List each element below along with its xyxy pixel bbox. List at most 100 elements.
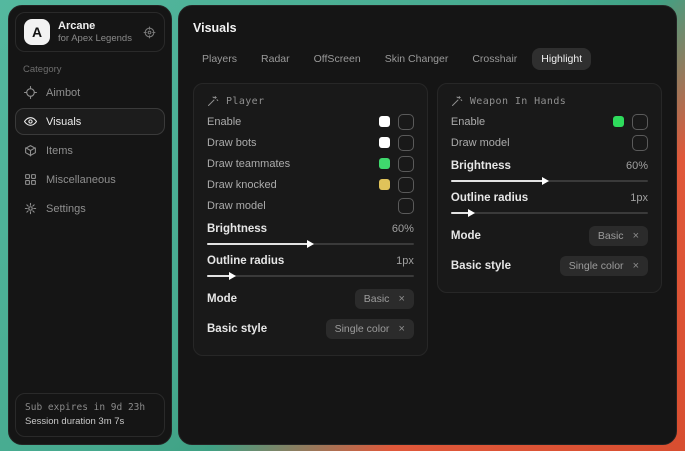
close-icon[interactable]: ×	[633, 231, 639, 241]
sidebar-item-label: Visuals	[46, 116, 81, 128]
checkbox[interactable]	[398, 198, 414, 214]
select-label: Mode	[451, 230, 481, 242]
subscription-info: Sub expires in 9d 23h Session duration 3…	[15, 393, 165, 437]
toggle-row-enable: Enable	[207, 111, 414, 132]
sidebar-item-miscellaneous[interactable]: Miscellaneous	[15, 166, 165, 193]
slider-track-bg	[207, 275, 414, 277]
select-basic-style[interactable]: Single color×	[326, 319, 414, 339]
toggle-controls	[379, 114, 414, 130]
sidebar-item-label: Settings	[46, 203, 86, 215]
slider-track[interactable]	[451, 177, 648, 185]
toggle-row-draw-teammates: Draw teammates	[207, 153, 414, 174]
select-mode[interactable]: Basic ×	[589, 226, 648, 246]
select-label: Mode	[207, 293, 237, 305]
close-icon[interactable]: ×	[398, 324, 404, 334]
grid-icon	[24, 173, 37, 186]
category-label: Category	[23, 64, 171, 75]
slider-fill	[207, 243, 310, 245]
select-row-basic-style: Basic style Single color ×	[451, 252, 648, 279]
slider-thumb[interactable]	[307, 240, 314, 248]
toggle-label: Draw bots	[207, 137, 257, 149]
slider-value: 1px	[396, 255, 414, 267]
select-label: Basic style	[451, 260, 511, 272]
panel-player: Player Enable Draw bots Draw teammates Draw …	[193, 83, 428, 356]
sidebar-item-visuals[interactable]: Visuals	[15, 108, 165, 135]
slider-track[interactable]	[207, 240, 414, 248]
slider-thumb[interactable]	[468, 209, 475, 217]
tab-crosshair[interactable]: Crosshair	[463, 48, 526, 70]
session-duration-text: Session duration 3m 7s	[25, 415, 155, 429]
wand-icon	[207, 95, 219, 107]
toggle-label: Draw teammates	[207, 158, 290, 170]
select-label: Basic style	[207, 323, 267, 335]
slider-thumb[interactable]	[542, 177, 549, 185]
slider-value: 1px	[630, 192, 648, 204]
checkbox[interactable]	[398, 177, 414, 193]
select-row-mode: Mode Basic ×	[451, 222, 648, 249]
tab-highlight[interactable]: Highlight	[532, 48, 591, 70]
main-panel: Visuals Players Radar OffScreen Skin Change…	[178, 5, 677, 445]
select-row-mode: Mode Basic×	[207, 285, 414, 312]
slider-value: 60%	[392, 223, 414, 235]
select-mode[interactable]: Basic×	[355, 289, 414, 309]
color-swatch[interactable]	[379, 137, 390, 148]
sidebar-item-items[interactable]: Items	[15, 137, 165, 164]
select-value: Single color	[569, 260, 624, 272]
app-logo: A	[24, 19, 50, 45]
gear-icon	[24, 202, 37, 215]
color-swatch[interactable]	[379, 158, 390, 169]
slider-label-row: Brightness60%	[451, 160, 648, 172]
checkbox[interactable]	[398, 156, 414, 172]
select-basic-style[interactable]: Single color ×	[560, 256, 648, 276]
toggle-row-draw-bots: Draw bots	[207, 132, 414, 153]
slider-outline-radius: Outline radius 1px	[207, 255, 414, 280]
app-header: A Arcane for Apex Legends	[15, 12, 165, 52]
panel-weapon-in-hands: Weapon In Hands EnableDraw model Brightnes…	[437, 83, 662, 293]
checkbox[interactable]	[398, 114, 414, 130]
panel-title: Weapon In Hands	[470, 96, 566, 107]
checkbox[interactable]	[398, 135, 414, 151]
tab-offscreen[interactable]: OffScreen	[305, 48, 370, 70]
tab-radar[interactable]: Radar	[252, 48, 299, 70]
target-icon[interactable]	[143, 26, 156, 39]
sidebar-item-settings[interactable]: Settings	[15, 195, 165, 222]
slider-label: Outline radius	[451, 192, 528, 204]
slider-label: Outline radius	[207, 255, 284, 267]
sub-expires-text: Sub expires in 9d 23h	[25, 401, 155, 415]
slider-label-row: Outline radius 1px	[451, 192, 648, 204]
toggle-controls	[398, 198, 414, 214]
page-title: Visuals	[193, 21, 662, 35]
cube-icon	[24, 144, 37, 157]
slider-brightness: Brightness60%	[451, 160, 648, 185]
sidebar-item-aimbot[interactable]: Aimbot	[15, 79, 165, 106]
sidebar: A Arcane for Apex Legends Category Aimbo…	[8, 5, 172, 445]
select-row-basic-style: Basic style Single color×	[207, 315, 414, 342]
toggle-controls	[379, 135, 414, 151]
toggle-label: Draw knocked	[207, 179, 277, 191]
slider-track[interactable]	[207, 272, 414, 280]
toggle-row-draw-model: Draw model	[451, 132, 648, 153]
color-swatch[interactable]	[613, 116, 624, 127]
toggle-controls	[613, 114, 648, 130]
tab-bar: Players Radar OffScreen Skin ChangerCrossha…	[193, 48, 662, 70]
color-swatch[interactable]	[379, 179, 390, 190]
sidebar-item-label: Miscellaneous	[46, 174, 116, 186]
tab-skin-changer[interactable]: Skin Changer	[376, 48, 458, 70]
checkbox[interactable]	[632, 135, 648, 151]
sidebar-item-label: Aimbot	[46, 87, 80, 99]
close-icon[interactable]: ×	[633, 261, 639, 271]
slider-label-row: Brightness60%	[207, 223, 414, 235]
app-title: Arcane	[58, 20, 135, 33]
slider-label: Brightness	[451, 160, 511, 172]
color-swatch[interactable]	[379, 116, 390, 127]
tab-players[interactable]: Players	[193, 48, 246, 70]
slider-thumb[interactable]	[229, 272, 236, 280]
sidebar-nav: Aimbot Visuals Items Miscellaneous Settings	[9, 79, 171, 222]
slider-track[interactable]	[451, 209, 648, 217]
close-icon[interactable]: ×	[398, 294, 404, 304]
checkbox[interactable]	[632, 114, 648, 130]
panel-title: Player	[226, 96, 265, 107]
select-value: Basic	[598, 230, 624, 242]
toggle-row-draw-knocked: Draw knocked	[207, 174, 414, 195]
toggle-row-enable: Enable	[451, 111, 648, 132]
